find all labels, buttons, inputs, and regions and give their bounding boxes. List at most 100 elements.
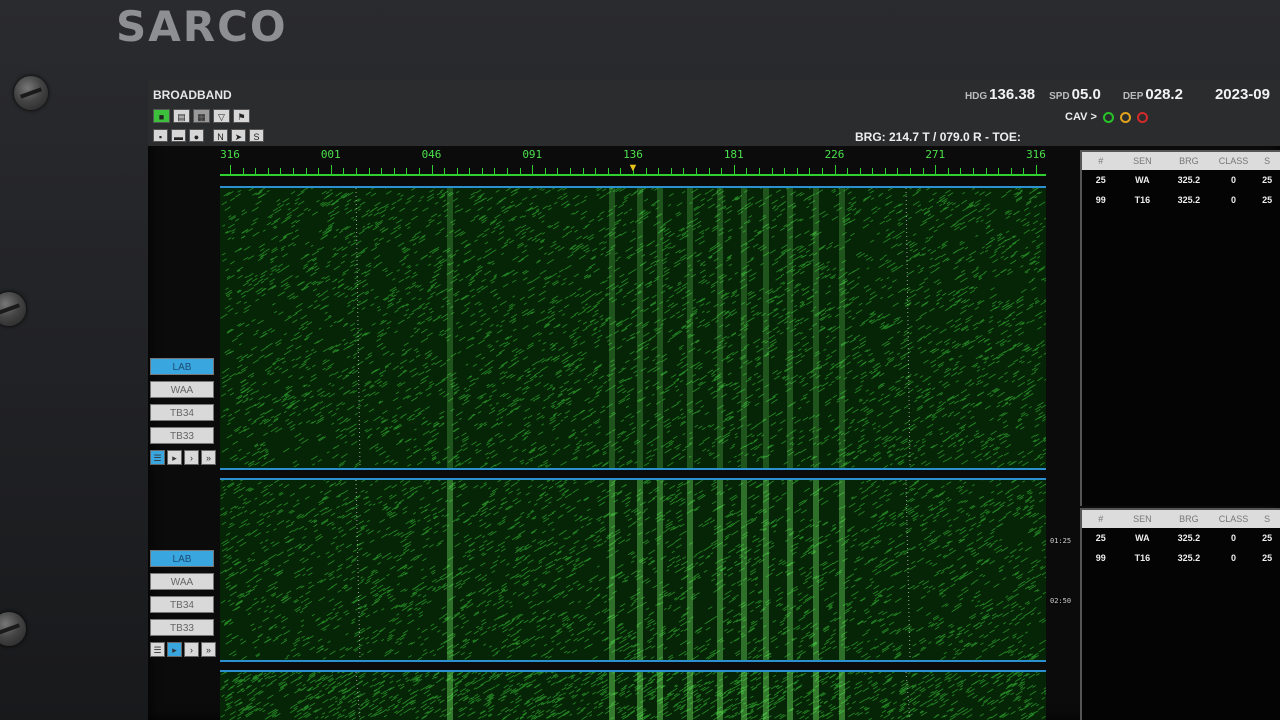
table-row[interactable]: 99 T16 325.2 0 25: [1082, 548, 1280, 568]
bearing-tick: [922, 168, 924, 174]
bearing-tick: [620, 168, 622, 174]
bearing-tick: [431, 165, 433, 174]
north-button[interactable]: N: [213, 129, 228, 142]
bearing-tick: [481, 168, 483, 174]
waterfall-image: [220, 480, 1046, 660]
sensor-button-tb33[interactable]: TB33: [150, 427, 214, 444]
bearing-tick: [1010, 168, 1012, 174]
bearing-tick: [935, 165, 937, 174]
bearing-tick: [255, 168, 257, 174]
sensor-button-tb33[interactable]: TB33: [150, 619, 214, 636]
bearing-tick: [330, 165, 332, 174]
bearing-tick: [809, 168, 811, 174]
bearing-axis-line: [220, 174, 1046, 176]
date-readout: 2023-09: [1214, 86, 1270, 103]
bearing-tick-label: 046: [421, 148, 442, 161]
stop-icon[interactable]: ▪: [153, 129, 168, 142]
waterfall-image: [220, 188, 1046, 468]
column-header[interactable]: SEN: [1120, 514, 1166, 524]
bearing-axis: 316 001 046 091 136 181 226 271 316 ▼: [220, 146, 1046, 176]
record-icon[interactable]: ●: [189, 129, 204, 142]
step-icon[interactable]: ›: [184, 450, 199, 465]
bearing-tick: [859, 168, 861, 174]
bearing-tick: [507, 168, 509, 174]
table-row[interactable]: 99 T16 325.2 0 25: [1082, 190, 1280, 210]
column-header[interactable]: CLASS: [1213, 514, 1255, 524]
table-row[interactable]: 25 WA 325.2 0 25: [1082, 528, 1280, 548]
step-icon[interactable]: ›: [184, 642, 199, 657]
waterfall-panel-1[interactable]: [220, 186, 1046, 470]
sensor-button-waa[interactable]: WAA: [150, 381, 214, 398]
table-cell: 0: [1230, 533, 1236, 543]
bearing-tick: [670, 168, 672, 174]
bearing-tick: [834, 165, 836, 174]
column-header[interactable]: S: [1254, 156, 1280, 166]
screw-icon: [14, 76, 48, 110]
sensor-button-lab[interactable]: LAB: [150, 550, 214, 567]
bearing-tick: [393, 168, 395, 174]
bearing-tick: [746, 168, 748, 174]
sensor-button-waa[interactable]: WAA: [150, 573, 214, 590]
bearing-tick-label: 181: [723, 148, 744, 161]
bearing-tick: [708, 168, 710, 174]
bearing-tick: [318, 168, 320, 174]
table-cell: 325.2: [1177, 195, 1201, 205]
bearing-tick: [305, 168, 307, 174]
broadband-display: BROADBAND ■ ▤ ▦ ▽ ⚑ ▪ ▬ ● N ➤ S HDG 136.3…: [148, 80, 1280, 720]
playback-controls: ☰ ▸ ›»: [150, 642, 216, 657]
column-header[interactable]: CLASS: [1213, 156, 1255, 166]
table-cell: 0: [1230, 553, 1236, 563]
column-header[interactable]: BRG: [1165, 514, 1213, 524]
table-cell: T16: [1134, 553, 1151, 563]
fast-forward-icon[interactable]: »: [201, 642, 216, 657]
cav-amber-indicator: [1120, 111, 1132, 123]
screw-icon: [0, 612, 26, 646]
bearing-tick: [733, 165, 735, 174]
table-cell: 25: [1262, 195, 1273, 205]
bearing-tick-label: 226: [824, 148, 845, 161]
bearing-tick-label: 316: [1026, 148, 1046, 161]
table-header: # SEN BRG CLASS S: [1082, 152, 1280, 170]
column-header[interactable]: BRG: [1165, 156, 1213, 166]
window-icon[interactable]: ▤: [173, 109, 190, 123]
bearing-tick: [532, 165, 534, 174]
bearing-tick: [658, 168, 660, 174]
bearing-tick: [645, 168, 647, 174]
play-icon[interactable]: ▸: [167, 642, 182, 657]
panel-icon[interactable]: ▦: [193, 109, 210, 123]
bearing-tick: [758, 168, 760, 174]
list-icon[interactable]: ☰: [150, 642, 165, 657]
sensor-button-lab[interactable]: LAB: [150, 358, 214, 375]
column-header[interactable]: SEN: [1120, 156, 1166, 166]
column-header[interactable]: #: [1082, 156, 1120, 166]
play-icon[interactable]: ▸: [167, 450, 182, 465]
bearing-tick: [847, 168, 849, 174]
bearing-tick: [973, 168, 975, 174]
filter-icon[interactable]: ▽: [213, 109, 230, 123]
bearing-cursor-icon[interactable]: ▼: [628, 162, 639, 174]
bearing-tick: [444, 168, 446, 174]
fast-forward-icon[interactable]: »: [201, 450, 216, 465]
s-button[interactable]: S: [249, 129, 264, 142]
marker-icon[interactable]: ⚑: [233, 109, 250, 123]
sensor-button-tb34[interactable]: TB34: [150, 596, 214, 613]
bearing-tick-label: 271: [925, 148, 946, 161]
screw-icon: [0, 292, 26, 326]
table-cell: 25: [1095, 533, 1106, 543]
waterfall-panel-2[interactable]: [220, 478, 1046, 662]
toolbar-row-2: ▪ ▬ ● N ➤ S: [153, 129, 264, 142]
column-header[interactable]: S: [1254, 514, 1280, 524]
display-icon[interactable]: ■: [153, 109, 170, 123]
column-header[interactable]: #: [1082, 514, 1120, 524]
bearing-tick: [494, 168, 496, 174]
cursor-icon[interactable]: ➤: [231, 129, 246, 142]
mode-title: BROADBAND: [153, 88, 232, 102]
sensor-button-tb34[interactable]: TB34: [150, 404, 214, 421]
table-row[interactable]: 25 WA 325.2 0 25: [1082, 170, 1280, 190]
waterfall-panel-3[interactable]: [220, 670, 1046, 720]
pause-icon[interactable]: ▬: [171, 129, 186, 142]
bearing-tick: [985, 168, 987, 174]
list-icon[interactable]: ☰: [150, 450, 165, 465]
bearing-tick: [280, 168, 282, 174]
bearing-tick: [406, 168, 408, 174]
